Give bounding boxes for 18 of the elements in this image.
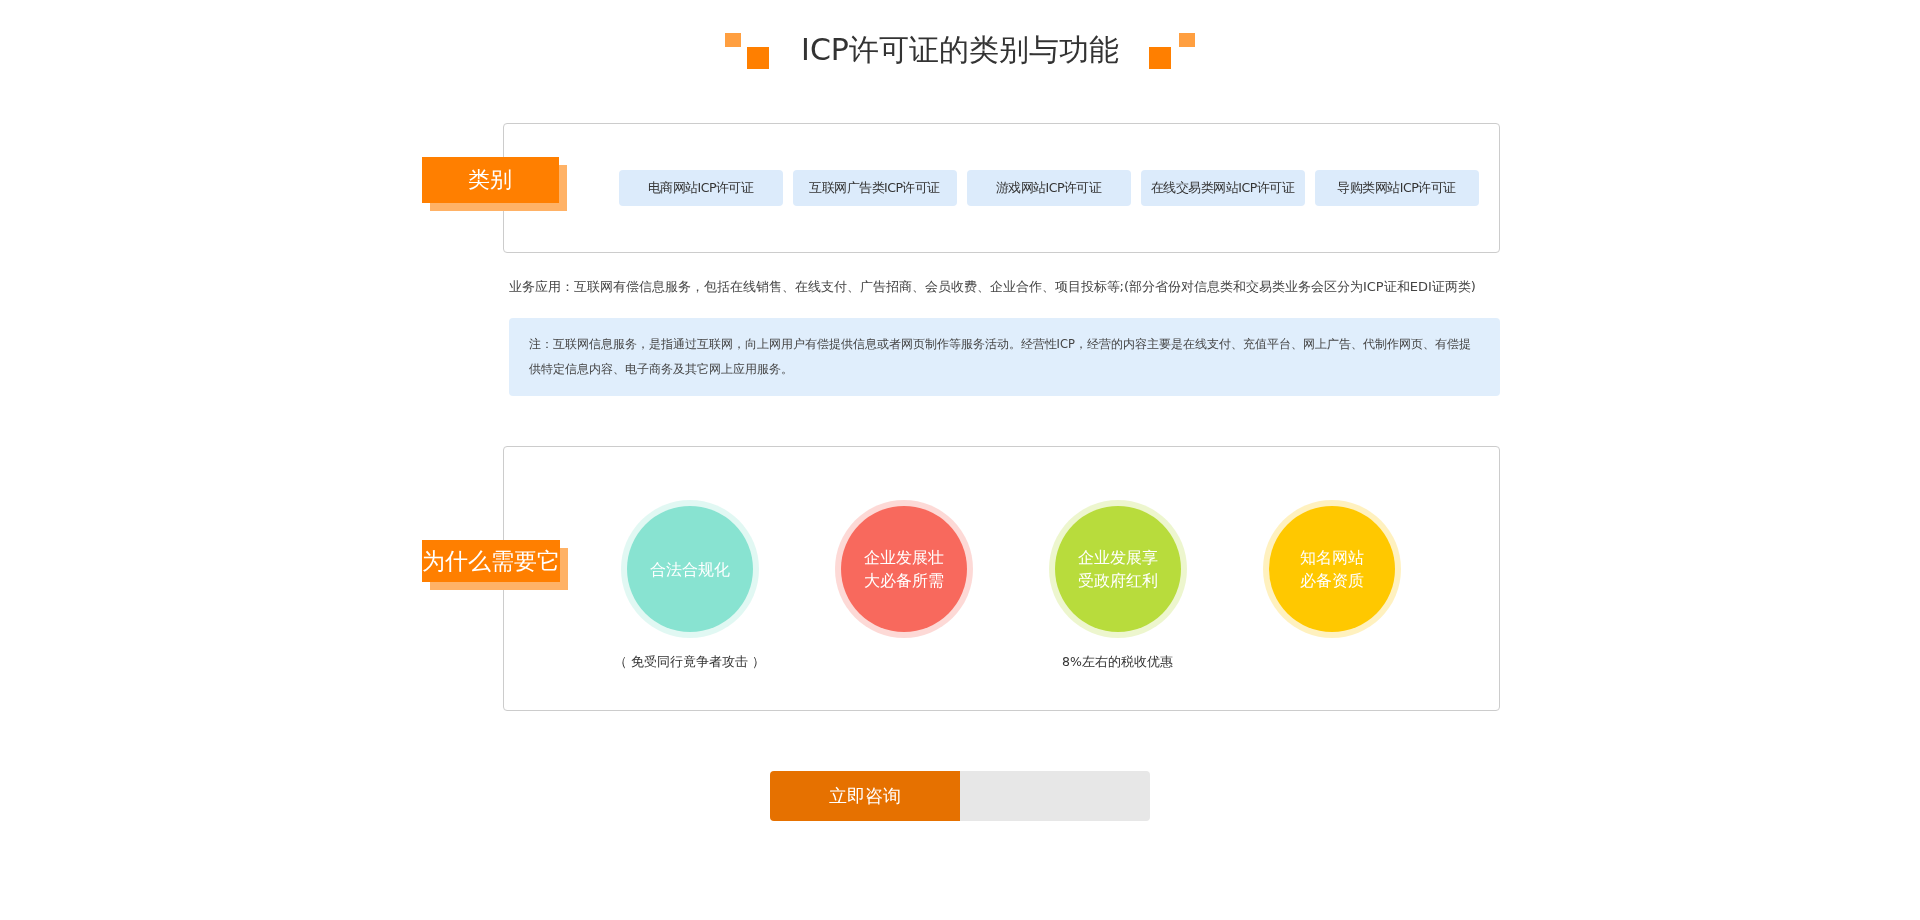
reason-caption: 8%左右的税收优惠 xyxy=(1062,654,1173,671)
reason-circle: 知名网站 必备资质 xyxy=(1268,506,1395,632)
section-tag: 为什么需要它 xyxy=(421,540,568,590)
reason-circle: 企业发展壮 大必备所需 xyxy=(840,506,967,632)
reason-caption: （ 免受同行竟争者攻击 ） xyxy=(614,654,765,671)
squares-icon xyxy=(725,32,772,69)
business-description: 业务应用：互联网有偿信息服务，包括在线销售、在线支付、广告招商、会员收费、企业合作、项目投标等;(部分省份对信息类和交易类业务会区分为ICP证和EDI证两类) xyxy=(508,278,1477,296)
reason-circle: 合法合规化 xyxy=(626,506,753,632)
category-link[interactable]: 导购类网站ICP许可证 xyxy=(1314,170,1479,206)
note-box: 注：互联网信息服务，是指通过互联网，向上网用户有偿提供信息或者网页制作等服务活动。经营性ICP，经营的内容主要是在线支付、充值平台、网上广告、代制作网页、有偿提供特定信息内容、电子商务及其它网上应用服务。 xyxy=(508,318,1500,396)
squares-icon xyxy=(1148,32,1195,69)
category-link[interactable]: 电商网站ICP许可证 xyxy=(618,170,783,206)
category-link[interactable]: 游戏网站ICP许可证 xyxy=(966,170,1131,206)
category-link[interactable]: 在线交易类网站ICP许可证 xyxy=(1140,170,1305,206)
reason-circle: 企业发展享 受政府红利 xyxy=(1054,506,1181,632)
page-title: ICP许可证的类别与功能 xyxy=(801,31,1119,69)
category-link[interactable]: 互联网广告类ICP许可证 xyxy=(792,170,957,206)
section-tag: 类别 xyxy=(421,157,567,211)
